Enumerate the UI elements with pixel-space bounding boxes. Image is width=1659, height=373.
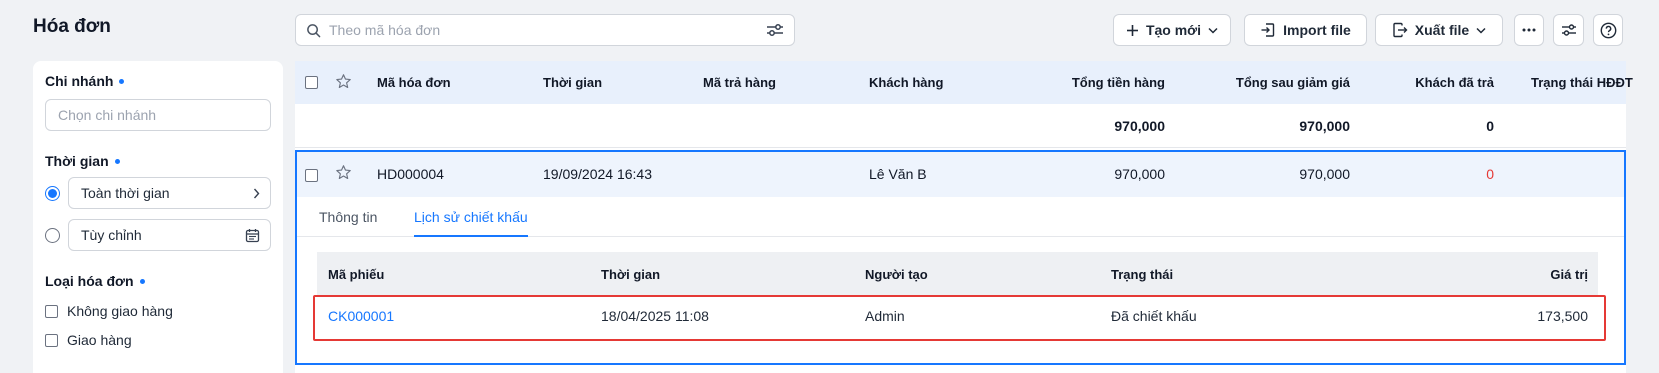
column-header: Giá trị <box>1550 267 1588 282</box>
column-header: Mã phiếu <box>328 267 385 282</box>
import-label: Import file <box>1283 22 1351 38</box>
page-title: Hóa đơn <box>33 16 111 37</box>
invoice-code: HD000004 <box>377 166 444 182</box>
create-button[interactable]: Tạo mới <box>1113 14 1231 46</box>
invoice-time: 19/09/2024 16:43 <box>543 166 652 182</box>
required-dot <box>119 78 125 84</box>
column-header[interactable]: Thời gian <box>543 75 602 90</box>
table-row[interactable]: HD000004 19/09/2024 16:43 Lê Văn B 970,0… <box>297 152 1624 197</box>
time-section-title: Thời gian <box>45 153 271 169</box>
summary-row: 970,000 970,000 0 <box>295 104 1626 148</box>
customer-name: Lê Văn B <box>869 166 927 182</box>
column-header[interactable]: Khách hàng <box>869 75 943 90</box>
column-header[interactable]: Mã trả hàng <box>703 75 776 90</box>
column-settings-button[interactable] <box>1553 14 1584 46</box>
column-header[interactable]: Trạng thái HĐĐT <box>1531 75 1633 90</box>
time-custom-radio[interactable] <box>45 227 60 243</box>
discount-table-header: Mã phiếu Thời gian Người tạo Trạng thái … <box>317 252 1598 295</box>
chevron-right-icon <box>253 188 260 199</box>
table-header: Mã hóa đơn Thời gian Mã trả hàng Khách h… <box>295 61 1633 104</box>
export-icon <box>1392 22 1408 38</box>
help-icon <box>1600 22 1617 39</box>
select-all-checkbox[interactable] <box>305 76 318 89</box>
column-header[interactable]: Tổng sau giảm giá <box>1236 75 1350 90</box>
more-options-button[interactable] <box>1514 14 1544 46</box>
create-label: Tạo mới <box>1145 22 1202 38</box>
tab-discount-history[interactable]: Lịch sử chiết khấu <box>414 209 528 237</box>
branch-select[interactable]: Chọn chi nhánh <box>45 99 271 131</box>
branch-section-title: Chi nhánh <box>45 73 271 89</box>
column-header: Thời gian <box>601 267 661 282</box>
invoice-type-option[interactable]: Giao hàng <box>45 332 271 348</box>
star-icon[interactable] <box>335 73 352 90</box>
highlight-box <box>313 295 1606 341</box>
column-header: Trạng thái <box>1111 267 1174 282</box>
time-all-radio[interactable] <box>45 185 60 201</box>
export-label: Xuất file <box>1414 22 1470 38</box>
summary-total-after-discount: 970,000 <box>1299 118 1350 134</box>
tab-info[interactable]: Thông tin <box>319 209 377 225</box>
star-icon[interactable] <box>335 164 352 181</box>
filter-sidebar: Chi nhánh Chọn chi nhánh Thời gian Toàn … <box>33 61 283 373</box>
import-file-button[interactable]: Import file <box>1244 14 1367 46</box>
search-icon <box>306 23 321 38</box>
time-all-select[interactable]: Toàn thời gian <box>68 177 271 209</box>
plus-icon <box>1126 24 1139 37</box>
export-file-button[interactable]: Xuất file <box>1375 14 1503 46</box>
time-custom-row: Tùy chỉnh <box>45 219 271 251</box>
total-goods: 970,000 <box>1114 166 1165 182</box>
invoice-type-section-title: Loại hóa đơn <box>45 273 271 289</box>
chevron-down-icon <box>1208 27 1218 34</box>
column-header: Người tạo <box>865 267 928 282</box>
column-header[interactable]: Mã hóa đơn <box>377 75 451 90</box>
customer-paid: 0 <box>1486 166 1494 182</box>
help-button[interactable] <box>1593 14 1623 46</box>
column-header[interactable]: Khách đã trả <box>1415 75 1494 90</box>
ellipsis-icon <box>1522 28 1536 32</box>
row-checkbox[interactable] <box>305 169 318 182</box>
branch-placeholder: Chọn chi nhánh <box>58 107 157 123</box>
chevron-down-icon <box>1476 27 1486 34</box>
sliders-icon <box>1561 23 1577 37</box>
time-all-row: Toàn thời gian <box>45 177 271 209</box>
invoice-type-checkbox[interactable] <box>45 304 58 318</box>
detail-tabs: Thông tin Lịch sử chiết khấu <box>297 197 1624 237</box>
search-box[interactable] <box>295 14 795 46</box>
import-icon <box>1260 22 1276 38</box>
time-title: Thời gian <box>45 153 109 169</box>
calendar-icon <box>245 228 260 243</box>
invoice-type-option-label: Giao hàng <box>67 332 132 348</box>
invoice-type-checkbox[interactable] <box>45 333 58 347</box>
search-input[interactable] <box>329 22 766 38</box>
time-custom-select[interactable]: Tùy chỉnh <box>68 219 271 251</box>
invoice-type-title: Loại hóa đơn <box>45 273 134 289</box>
time-custom-label: Tùy chỉnh <box>81 227 142 243</box>
branch-title: Chi nhánh <box>45 73 114 89</box>
invoice-type-option[interactable]: Không giao hàng <box>45 303 271 319</box>
summary-total-goods: 970,000 <box>1114 118 1165 134</box>
required-dot <box>139 278 145 284</box>
required-dot <box>114 158 120 164</box>
filter-settings-icon[interactable] <box>766 23 784 37</box>
time-all-label: Toàn thời gian <box>81 185 170 201</box>
column-header[interactable]: Tổng tiền hàng <box>1072 75 1165 90</box>
invoice-type-option-label: Không giao hàng <box>67 303 173 319</box>
summary-customer-paid: 0 <box>1486 118 1494 134</box>
total-after-discount: 970,000 <box>1299 166 1350 182</box>
